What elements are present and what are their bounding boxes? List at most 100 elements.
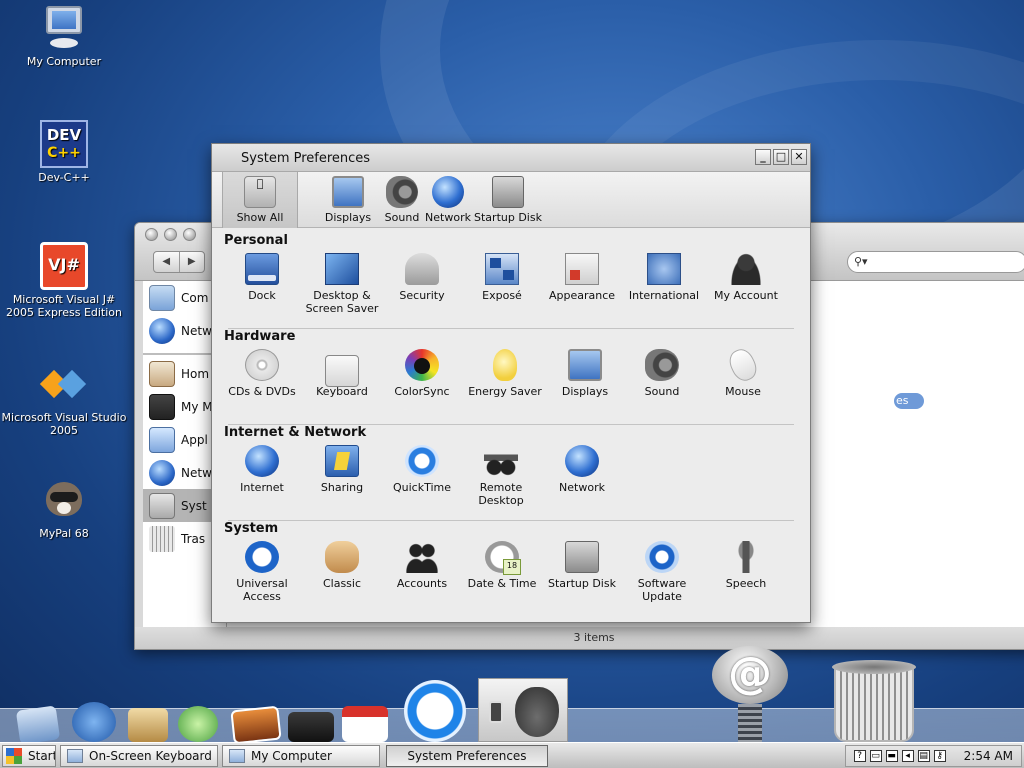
pane-expose[interactable]: Exposé — [462, 253, 542, 302]
speaker-icon — [386, 176, 418, 208]
dock-ichat-icon[interactable] — [72, 702, 116, 742]
selected-item-pill[interactable]: es — [894, 393, 924, 409]
pane-date-time[interactable]: Date & Time — [462, 541, 542, 590]
dock-ical-icon[interactable] — [342, 706, 388, 742]
pane-keyboard[interactable]: Keyboard — [302, 349, 382, 398]
sharing-folder-icon — [325, 445, 359, 477]
window-controls: _ □ ✕ — [755, 149, 807, 165]
toolbar-startup-disk[interactable]: Startup Disk — [474, 176, 542, 224]
pane-displays[interactable]: Displays — [545, 349, 625, 398]
dock-iphoto-icon[interactable] — [230, 705, 282, 745]
home-icon — [149, 360, 175, 387]
dock-itunes-icon[interactable] — [178, 706, 218, 742]
pane-universal-access[interactable]: Universal Access — [222, 541, 302, 603]
pane-speech[interactable]: Speech — [706, 541, 786, 590]
pane-quicktime[interactable]: QuickTime — [382, 445, 462, 494]
pane-mouse[interactable]: Mouse — [703, 345, 783, 398]
pane-dock[interactable]: Dock — [222, 253, 302, 302]
software-update-icon — [645, 541, 679, 573]
dock-mail-stamp-icon[interactable] — [15, 705, 61, 745]
monitor-tray-icon[interactable]: ▬ — [885, 750, 898, 762]
pane-colorsync[interactable]: ColorSync — [382, 349, 462, 398]
task-my-computer[interactable]: My Computer — [222, 744, 380, 767]
binoculars-icon — [484, 445, 518, 477]
taskbar: Start On-Screen Keyboard My Computer Sys… — [0, 742, 1024, 768]
windows-logo-icon — [6, 747, 22, 764]
finder-search-field[interactable]: ⚲▾ — [847, 251, 1024, 273]
clock[interactable]: 2:54 AM — [964, 749, 1013, 763]
pane-software-update[interactable]: Software Update — [622, 541, 702, 603]
pane-security[interactable]: Security — [382, 253, 462, 302]
toolbar-network[interactable]: Network — [422, 176, 474, 224]
close-light[interactable] — [145, 228, 158, 241]
pane-sound[interactable]: Sound — [622, 349, 702, 398]
dock-icon — [245, 253, 279, 285]
dock-system-preferences-icon[interactable] — [478, 678, 568, 742]
forward-button[interactable]: ▶ — [180, 252, 205, 272]
dock-trash-icon[interactable] — [832, 660, 916, 742]
pane-internet[interactable]: Internet — [222, 445, 302, 494]
account-silhouette-icon — [729, 253, 763, 285]
pane-accounts[interactable]: Accounts — [382, 541, 462, 590]
hard-disk-icon — [492, 176, 524, 208]
lightbulb-icon — [493, 349, 517, 381]
desktop-icon-my-computer[interactable]: My Computer — [0, 4, 128, 68]
section-system: System Universal Access Classic Accounts… — [224, 521, 798, 615]
help-tray-icon[interactable]: ? — [853, 750, 866, 762]
zoom-light[interactable] — [183, 228, 196, 241]
finder-status-bar: 3 items — [135, 627, 1024, 649]
display-icon — [568, 349, 602, 381]
desktop-icon-label: Microsoft Visual J# 2005 Express Edition — [6, 293, 122, 319]
pane-startup-disk[interactable]: Startup Disk — [542, 541, 622, 590]
start-button[interactable]: Start — [2, 744, 56, 767]
computer-window-icon — [229, 748, 245, 763]
pane-remote-desktop[interactable]: Remote Desktop — [461, 445, 541, 507]
dock-quicktime-icon[interactable] — [404, 680, 466, 742]
minimize-button[interactable]: _ — [755, 149, 771, 165]
network-globe-icon — [149, 317, 175, 344]
volume-tray-icon[interactable]: ◂ — [901, 750, 914, 762]
desktop-icon-visual-jsharp[interactable]: VJ# Microsoft Visual J# 2005 Express Edi… — [0, 242, 128, 319]
raccoon-icon — [40, 476, 88, 524]
dock-address-book-icon[interactable] — [128, 708, 168, 742]
show-all-button[interactable]: Show All — [222, 172, 298, 228]
section-title: System — [224, 521, 279, 536]
desktop-icon-devcpp[interactable]: DEV C++ Dev-C++ — [0, 120, 128, 184]
security-house-icon — [405, 253, 439, 285]
minimize-light[interactable] — [164, 228, 177, 241]
visual-studio-icon — [40, 360, 88, 408]
dock-imovie-icon[interactable] — [288, 712, 334, 742]
pane-cds-dvds[interactable]: CDs & DVDs — [222, 349, 302, 398]
pane-energy-saver[interactable]: Energy Saver — [465, 349, 545, 398]
dock-mail-icon[interactable]: @ — [708, 646, 792, 744]
trash-icon — [149, 525, 175, 552]
system-prefs-icon — [149, 492, 175, 519]
section-title: Internet & Network — [224, 425, 367, 440]
pane-sharing[interactable]: Sharing — [302, 445, 382, 494]
pane-appearance[interactable]: Appearance — [542, 253, 622, 302]
task-on-screen-keyboard[interactable]: On-Screen Keyboard — [60, 744, 218, 767]
chat-tray-icon[interactable]: ▤ — [917, 750, 930, 762]
desktop-icon-visual-studio[interactable]: Microsoft Visual Studio 2005 — [0, 360, 128, 437]
system-preferences-window: System Preferences _ □ ✕ Show All Displa… — [211, 143, 811, 623]
pane-classic[interactable]: Classic — [302, 541, 382, 590]
back-button[interactable]: ◀ — [154, 252, 180, 272]
toolbar-sound[interactable]: Sound — [382, 176, 422, 224]
pane-desktop-screen-saver[interactable]: Desktop & Screen Saver — [302, 253, 382, 315]
devcpp-icon: DEV C++ — [40, 120, 88, 168]
key-tray-icon[interactable]: ⚷ — [933, 750, 946, 762]
network-tray-icon[interactable]: ▭ — [869, 750, 882, 762]
system-tray: ? ▭ ▬ ◂ ▤ ⚷ 2:54 AM — [844, 745, 1022, 767]
close-button[interactable]: ✕ — [791, 149, 807, 165]
pane-international[interactable]: International — [624, 253, 704, 302]
pane-my-account[interactable]: My Account — [706, 253, 786, 302]
window-titlebar[interactable]: System Preferences _ □ ✕ — [212, 144, 810, 172]
desktop-icon-mypal[interactable]: MyPal 68 — [0, 476, 128, 540]
toolbar-displays[interactable]: Displays — [324, 176, 372, 224]
desktop-icon-label: Dev-C++ — [38, 171, 90, 184]
pane-network[interactable]: Network — [542, 445, 622, 494]
visual-jsharp-icon: VJ# — [40, 242, 88, 290]
maximize-button[interactable]: □ — [773, 149, 789, 165]
network-globe-icon — [432, 176, 464, 208]
task-system-preferences[interactable]: System Preferences — [386, 744, 548, 767]
